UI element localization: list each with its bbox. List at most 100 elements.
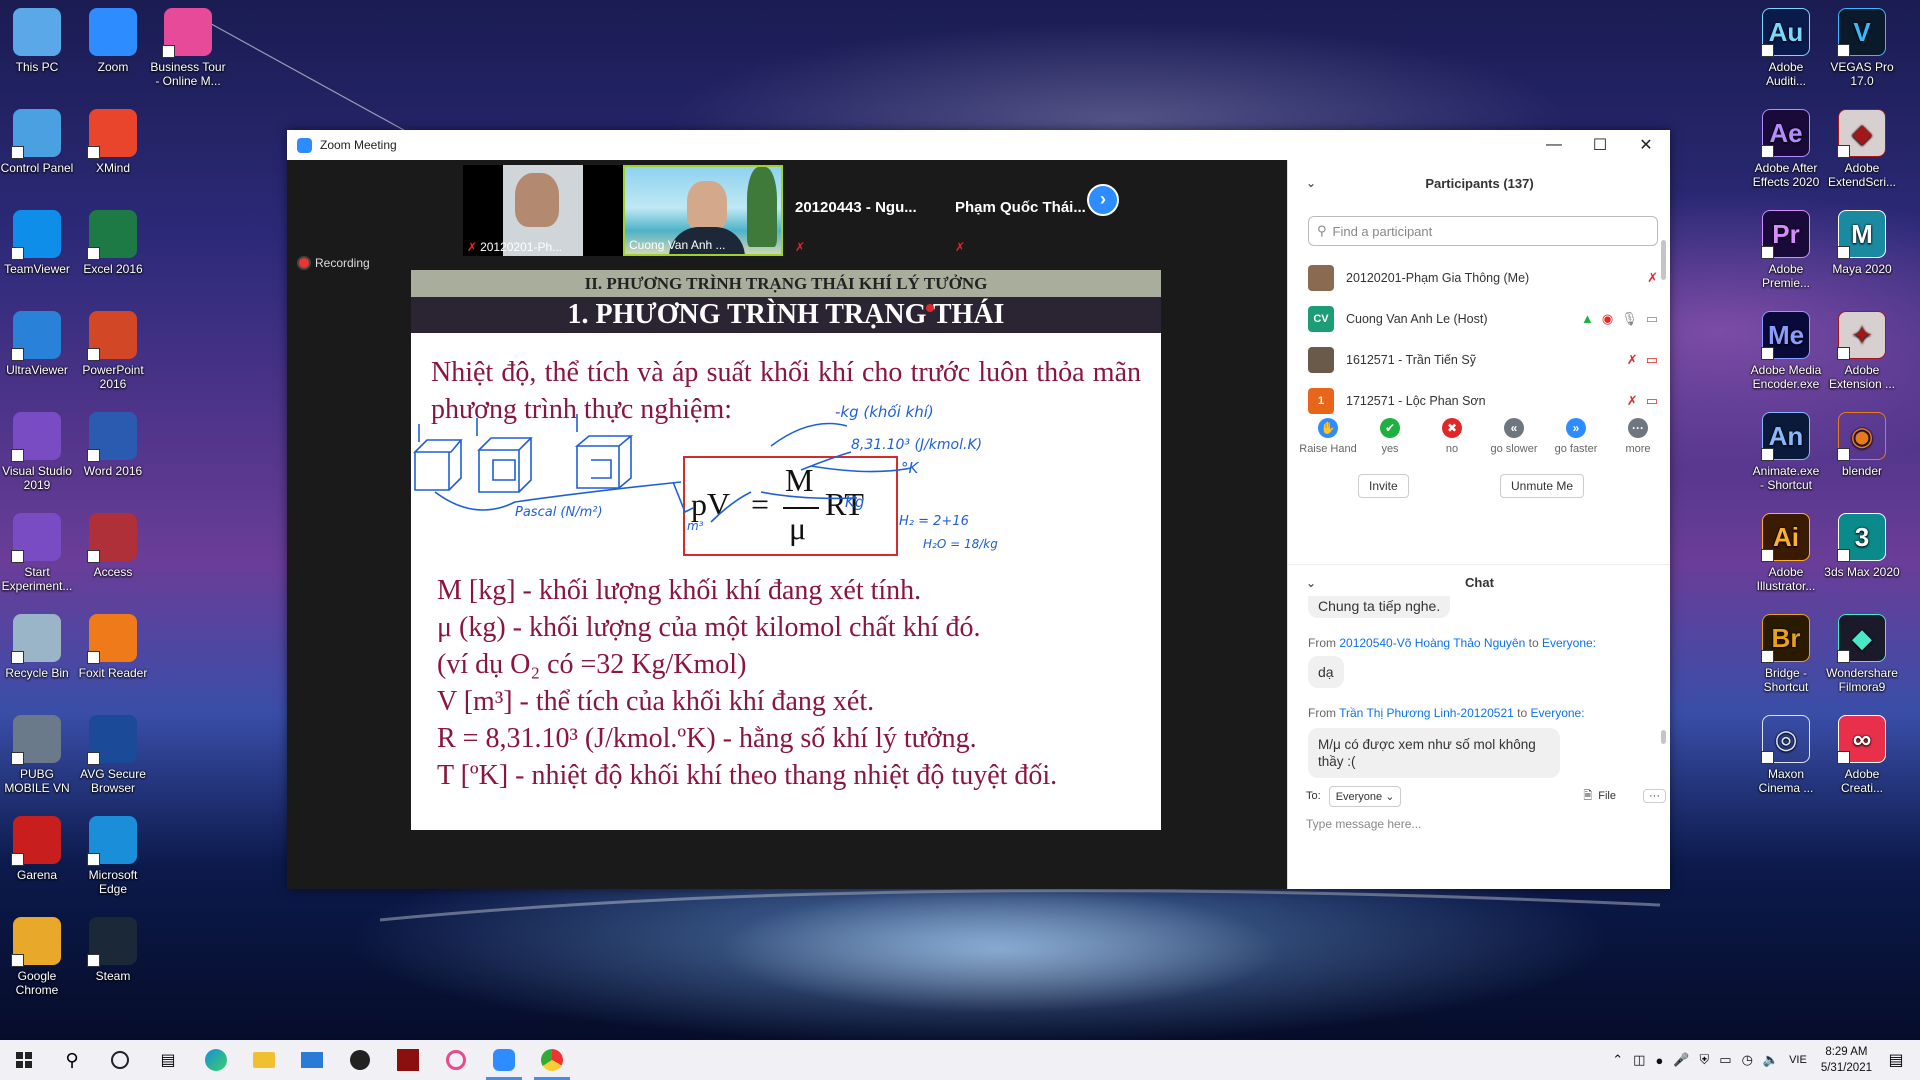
app-shortcut-icon: Ai [1761,513,1810,562]
desktop-icon[interactable]: Excel 2016 [68,210,158,276]
desktop-icon[interactable]: ◆ Wondershare Filmora9 [1817,614,1907,694]
chat-scrollbar[interactable] [1661,730,1666,744]
participant-name: Cuong Van Anh Le (Host) [1346,312,1488,326]
name-tile[interactable]: Phạm Quốc Thái... ✗ [943,165,1103,256]
tray-microphone-icon[interactable]: 🎤 [1673,1052,1689,1068]
mic-muted-icon[interactable]: ✗ [1647,270,1658,286]
app-shortcut-icon: ∞ [1837,715,1886,764]
participant-row[interactable]: CV Cuong Van Anh Le (Host) ▲ ◉ 🎙 ▭ [1308,299,1658,339]
desktop-icon[interactable]: 3 3ds Max 2020 [1817,513,1907,579]
clock[interactable]: 8:29 AM 5/31/2021 [1821,1044,1872,1076]
name-tile[interactable]: 20120443 - Ngu... ✗ [783,165,943,256]
mic-icon[interactable]: 🎙 [1621,311,1638,327]
maximize-button[interactable]: ☐ [1577,130,1623,160]
video-off-icon[interactable]: ▭ [1646,352,1658,368]
participant-status-icons: ▲ ◉ 🎙 ▭ [1581,311,1658,327]
tray-shield-icon[interactable]: ⛨ [1700,1052,1710,1068]
desktop-icon[interactable]: XMind [68,109,158,175]
more-button[interactable]: ··· more [1608,418,1668,462]
participant-search-input[interactable]: ⚲ Find a participant [1308,216,1658,246]
tray-wifi-icon[interactable]: ◷ [1742,1052,1753,1068]
tray-network-adapter-icon[interactable]: ◫ [1633,1052,1645,1068]
close-button[interactable]: ✕ [1623,130,1669,160]
share-icon[interactable]: ▲ [1581,311,1594,327]
taskbar-chrome[interactable] [528,1040,576,1080]
go-faster-button[interactable]: » go faster [1546,418,1606,462]
desktop-icon[interactable]: AVG Secure Browser [68,715,158,795]
cortana-button[interactable] [96,1040,144,1080]
desktop-icon[interactable]: Steam [68,917,158,983]
desktop-icon-label: Adobe ExtendScri... [1827,161,1897,189]
taskbar-zoom[interactable] [480,1040,528,1080]
app-shortcut-icon: Br [1761,614,1810,663]
taskbar-app-red[interactable] [384,1040,432,1080]
annotation-pascal: Pascal (N/m²) [515,505,603,520]
raise-hand-button[interactable]: ✋ Raise Hand [1298,418,1358,462]
taskbar-edge[interactable] [192,1040,240,1080]
file-button[interactable]: 🗎 File [1583,787,1616,806]
desktop-icon[interactable]: Access [68,513,158,579]
desktop-icon-label: VEGAS Pro 17.0 [1830,60,1894,88]
collapse-chevron-icon[interactable]: ⌄ [1306,576,1316,590]
app-shortcut-icon: Me [1761,311,1810,360]
input-language[interactable]: VIE [1789,1054,1807,1066]
participant-row[interactable]: 20120201-Phạm Gia Thông (Me) ✗ [1308,258,1658,298]
notifications-button[interactable]: ▤ [1872,1040,1920,1080]
name-tile-label: Phạm Quốc Thái... [955,199,1086,216]
task-view-button[interactable]: ▤ [144,1040,192,1080]
participants-scrollbar[interactable] [1661,240,1666,280]
mic-muted-icon[interactable]: ✗ [1627,393,1638,409]
recycle-bin-icon [11,614,61,664]
desktop-icon[interactable]: M Maya 2020 [1817,210,1907,276]
desktop-icon[interactable]: Word 2016 [68,412,158,478]
recording-label: Recording [315,256,370,270]
mail-icon [301,1052,323,1068]
desktop-icon[interactable]: ◆ Adobe ExtendScri... [1817,109,1907,189]
itunes-icon [446,1050,466,1070]
start-button[interactable] [0,1040,48,1080]
desktop-icon[interactable]: Microsoft Edge [68,816,158,896]
tray-overflow-icon[interactable]: ⌃ [1612,1052,1623,1068]
minimize-button[interactable]: — [1531,130,1577,160]
pubg-icon [11,715,61,765]
participant-row[interactable]: 1612571 - Trần Tiến Sỹ ✗ ▭ [1308,340,1658,380]
desktop-icon[interactable]: Foxit Reader [68,614,158,680]
yes-button[interactable]: ✔ yes [1360,418,1420,462]
taskbar-file-explorer[interactable] [240,1040,288,1080]
unmute-me-button[interactable]: Unmute Me [1500,474,1585,498]
desktop-icon[interactable]: Business Tour - Online M... [143,8,233,88]
video-tile[interactable]: ✗ 20120201-Ph... [463,165,623,256]
tray-volume-icon[interactable]: 🔈 [1763,1052,1779,1068]
recipient-select[interactable]: Everyone ⌄ [1328,785,1402,807]
chat-message-input[interactable]: Type message here... [1306,817,1421,831]
collapse-chevron-icon[interactable]: ⌄ [1306,176,1316,190]
participant-status-icons: ✗ [1647,270,1658,286]
chat-more-button[interactable]: ··· [1643,789,1666,803]
desktop-icon[interactable]: PowerPoint 2016 [68,311,158,391]
go-slower-button[interactable]: « go slower [1484,418,1544,462]
taskbar-xbox[interactable] [336,1040,384,1080]
taskbar-mail[interactable] [288,1040,336,1080]
next-page-button[interactable]: › [1087,184,1119,216]
desktop-icon[interactable]: V VEGAS Pro 17.0 [1817,8,1907,88]
palm-tree [747,167,777,247]
desktop-icon[interactable]: ∞ Adobe Creati... [1817,715,1907,795]
recording-icon[interactable]: ◉ [1602,311,1613,327]
desktop-icon[interactable]: ◉ blender [1817,412,1907,478]
steam-icon [87,917,137,967]
participant-row[interactable]: 1 1712571 - Lộc Phan Sơn ✗ ▭ [1308,381,1658,421]
invite-button[interactable]: Invite [1358,474,1409,498]
desktop-icon[interactable]: ✦ Adobe Extension ... [1817,311,1907,391]
taskbar-itunes[interactable] [432,1040,480,1080]
tray-battery-icon[interactable]: ▭ [1719,1052,1731,1068]
avatar: CV [1308,306,1334,332]
visual-studio-icon [11,412,61,462]
visual-studio-icon [11,513,61,563]
tray-zoom-icon[interactable]: ● [1655,1053,1663,1068]
video-tile-active-speaker[interactable]: Cuong Van Anh ... [623,165,783,256]
mic-muted-icon[interactable]: ✗ [1627,352,1638,368]
no-button[interactable]: ✖ no [1422,418,1482,462]
search-button[interactable]: ⚲ [48,1040,96,1080]
video-icon[interactable]: ▭ [1646,311,1658,327]
video-off-icon[interactable]: ▭ [1646,393,1658,409]
